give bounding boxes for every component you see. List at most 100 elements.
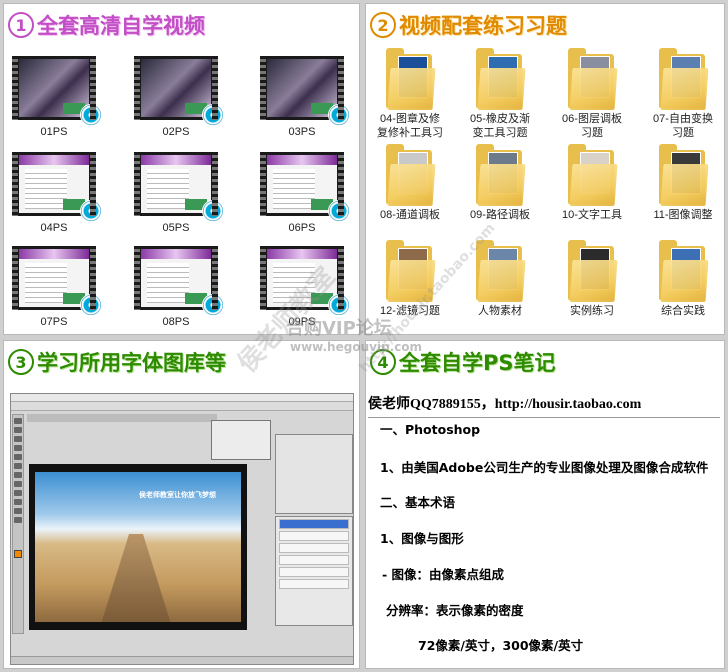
- video-preview: [19, 59, 89, 117]
- folder-label: 人物素材: [478, 305, 522, 317]
- exercise-folder[interactable]: 10-文字工具: [550, 144, 634, 222]
- film-reel-icon: [80, 104, 102, 126]
- beach-boardwalk-image: 侯老师教室让你放飞梦想: [35, 472, 241, 622]
- exercise-folder[interactable]: 06-图层调板 习题: [550, 48, 634, 140]
- film-strip: [12, 152, 102, 222]
- folder-label: 05-橡皮及渐 变工具习题: [470, 113, 530, 139]
- video-thumbnail[interactable]: 02PS: [134, 56, 224, 138]
- photoshop-toolbox[interactable]: [12, 414, 24, 634]
- exercise-folder[interactable]: 综合实践: [641, 240, 724, 318]
- video-thumbnail[interactable]: 01PS: [12, 56, 102, 138]
- photoshop-menubar[interactable]: [11, 394, 353, 402]
- exercise-folder[interactable]: 11-图像调整: [641, 144, 724, 222]
- layer-row[interactable]: [279, 555, 349, 565]
- video-thumbnail[interactable]: 09PS: [260, 246, 350, 328]
- notes-panel-title: 4 全套自学PS笔记: [370, 345, 556, 379]
- layers-panel[interactable]: [275, 516, 353, 626]
- brush-tool-icon[interactable]: [14, 454, 22, 460]
- video-preview: [267, 155, 337, 213]
- zoom-tool-icon[interactable]: [14, 517, 22, 523]
- layer-row[interactable]: [279, 543, 349, 553]
- folder-icon: [659, 144, 709, 206]
- eraser-tool-icon[interactable]: [14, 472, 22, 478]
- marquee-tool-icon[interactable]: [14, 427, 22, 433]
- photoshop-options-bar[interactable]: [11, 402, 353, 411]
- video-preview: [141, 249, 211, 307]
- film-strip: [260, 246, 350, 316]
- text-tool-icon[interactable]: [14, 490, 22, 496]
- layer-row[interactable]: [279, 519, 349, 529]
- exercise-folder[interactable]: 12-滤镜习题: [368, 240, 452, 318]
- video-thumbnail[interactable]: 03PS: [260, 56, 350, 138]
- film-strip: [12, 246, 102, 316]
- panel-number-badge: 1: [8, 12, 34, 38]
- video-thumbnail[interactable]: 06PS: [260, 152, 350, 234]
- document-canvas[interactable]: 侯老师教室让你放飞梦想: [29, 464, 247, 630]
- exercise-folder[interactable]: 07-自由变换 习题: [641, 48, 724, 140]
- exercise-folder[interactable]: 09-路径调板: [458, 144, 542, 222]
- video-thumbnail[interactable]: 08PS: [134, 246, 224, 328]
- video-preview: [141, 155, 211, 213]
- film-reel-icon: [80, 200, 102, 222]
- panel-title-text: 视频配套练习习题: [399, 14, 567, 38]
- fonts-panel-title: 3 学习所用字体图库等: [8, 345, 226, 379]
- folder-label: 综合实践: [661, 305, 705, 317]
- folder-icon: [386, 48, 436, 110]
- film-strip: [260, 152, 350, 222]
- boardwalk-shape: [101, 534, 171, 622]
- video-preview: [141, 59, 211, 117]
- note-line: - 图像：由像素点组成: [382, 567, 505, 582]
- folder-icon: [659, 48, 709, 110]
- notes-document: 侯老师QQ7889155，http://housir.taobao.com: [368, 393, 722, 418]
- adjustments-panel[interactable]: [275, 434, 353, 514]
- folder-label: 实例练习: [570, 305, 614, 317]
- video-thumbnail[interactable]: 04PS: [12, 152, 102, 234]
- layer-row[interactable]: [279, 531, 349, 541]
- film-strip: [260, 56, 350, 126]
- foreground-color-swatch[interactable]: [14, 550, 22, 558]
- panel-title-text: 全套高清自学视频: [37, 14, 205, 38]
- notes-panel: 4 全套自学PS笔记 侯老师QQ7889155，http://housir.ta…: [365, 340, 725, 669]
- folder-icon: [476, 144, 526, 206]
- video-preview: [267, 249, 337, 307]
- video-label: 07PS: [40, 316, 68, 328]
- video-label: 01PS: [40, 126, 68, 138]
- film-strip: [134, 152, 224, 222]
- crop-tool-icon[interactable]: [14, 445, 22, 451]
- film-reel-icon: [80, 294, 102, 316]
- folder-label: 11-图像调整: [653, 209, 713, 221]
- layer-row[interactable]: [279, 579, 349, 589]
- layer-row[interactable]: [279, 567, 349, 577]
- history-panel[interactable]: [211, 420, 271, 460]
- video-thumbnail[interactable]: 07PS: [12, 246, 102, 328]
- video-thumbnail[interactable]: 05PS: [134, 152, 224, 234]
- canvas-caption: 侯老师教室让你放飞梦想: [139, 491, 216, 499]
- panel-number-badge: 4: [370, 349, 396, 375]
- exercise-folder[interactable]: 人物素材: [458, 240, 542, 318]
- film-reel-icon: [328, 294, 350, 316]
- video-preview: [19, 155, 89, 213]
- exercise-folder[interactable]: 08-通道调板: [368, 144, 452, 222]
- film-reel-icon: [202, 294, 224, 316]
- video-label: 08PS: [162, 316, 190, 328]
- film-reel-icon: [202, 200, 224, 222]
- video-preview: [19, 249, 89, 307]
- panel-number-badge: 3: [8, 349, 34, 375]
- document-tabs[interactable]: [27, 414, 217, 422]
- stamp-tool-icon[interactable]: [14, 463, 22, 469]
- film-reel-icon: [328, 104, 350, 126]
- exercise-folder[interactable]: 05-橡皮及渐 变工具习题: [458, 48, 542, 140]
- video-panel-title: 1 全套高清自学视频: [8, 8, 205, 42]
- gradient-tool-icon[interactable]: [14, 481, 22, 487]
- folder-label: 12-滤镜习题: [380, 305, 440, 317]
- lasso-tool-icon[interactable]: [14, 436, 22, 442]
- pen-tool-icon[interactable]: [14, 499, 22, 505]
- folder-label: 10-文字工具: [562, 209, 622, 221]
- hand-tool-icon[interactable]: [14, 508, 22, 514]
- folder-icon: [386, 144, 436, 206]
- exercise-folder[interactable]: 04-图章及修 复修补工具习: [368, 48, 452, 140]
- panel-title-text: 学习所用字体图库等: [37, 351, 226, 375]
- folder-label: 04-图章及修 复修补工具习: [377, 113, 443, 139]
- exercise-folder[interactable]: 实例练习: [550, 240, 634, 318]
- move-tool-icon[interactable]: [14, 418, 22, 424]
